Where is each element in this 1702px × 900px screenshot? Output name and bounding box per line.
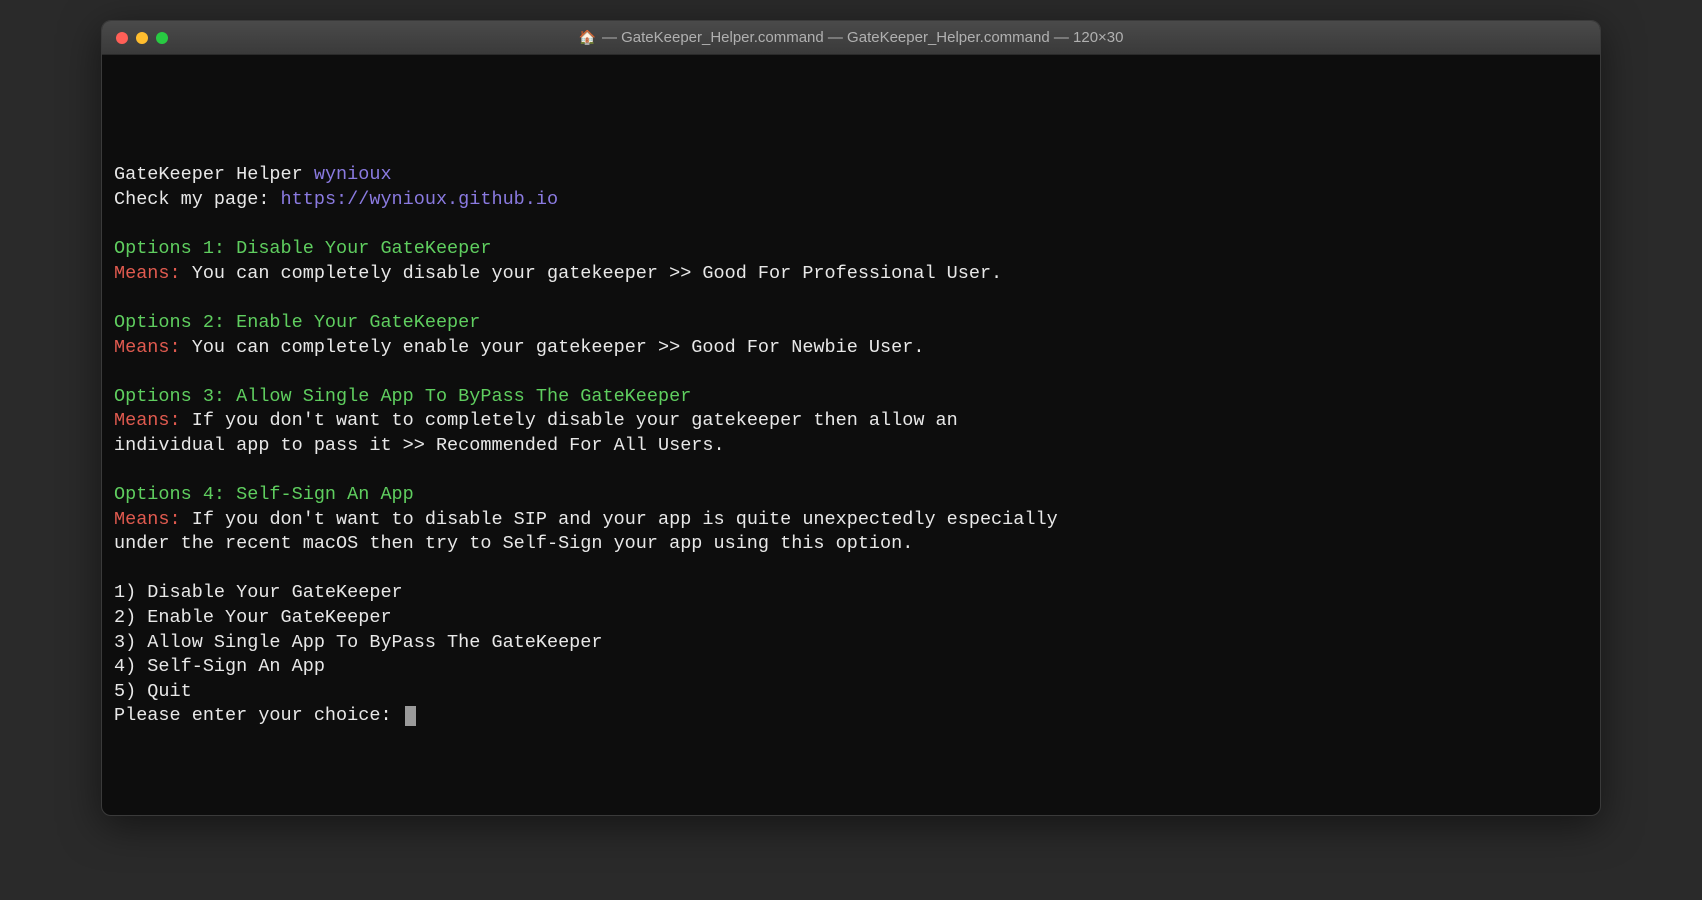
option-4-title: Options 4: Self-Sign An App xyxy=(114,484,414,505)
option-4-means-label: Means: xyxy=(114,509,181,530)
cursor[interactable] xyxy=(405,706,416,726)
title-bar: 🏠 — GateKeeper_Helper.command — GateKeep… xyxy=(102,21,1600,55)
menu-item-3: 3) Allow Single App To ByPass The GateKe… xyxy=(114,632,602,653)
option-4-desc2: under the recent macOS then try to Self-… xyxy=(114,533,913,554)
terminal-content[interactable]: GateKeeper Helper wyniouxCheck my page: … xyxy=(102,55,1600,815)
option-1-title: Options 1: Disable Your GateKeeper xyxy=(114,238,491,259)
option-2-title: Options 2: Enable Your GateKeeper xyxy=(114,312,480,333)
input-prompt: Please enter your choice: xyxy=(114,705,403,726)
option-2-means-label: Means: xyxy=(114,337,181,358)
menu-item-5: 5) Quit xyxy=(114,681,192,702)
window-title-text: — GateKeeper_Helper.command — GateKeeper… xyxy=(602,29,1124,46)
window-title: 🏠 — GateKeeper_Helper.command — GateKeep… xyxy=(116,29,1586,46)
minimize-button[interactable] xyxy=(136,32,148,44)
option-3-desc2: individual app to pass it >> Recommended… xyxy=(114,435,725,456)
option-3-title: Options 3: Allow Single App To ByPass Th… xyxy=(114,386,691,407)
check-page-label: Check my page: xyxy=(114,189,281,210)
close-button[interactable] xyxy=(116,32,128,44)
menu-item-1: 1) Disable Your GateKeeper xyxy=(114,582,403,603)
option-4-desc: If you don't want to disable SIP and you… xyxy=(181,509,1058,530)
option-2-desc: You can completely enable your gatekeepe… xyxy=(181,337,925,358)
option-3-desc: If you don't want to completely disable … xyxy=(181,410,958,431)
author-url: https://wynioux.github.io xyxy=(281,189,559,210)
option-1-means-label: Means: xyxy=(114,263,181,284)
maximize-button[interactable] xyxy=(156,32,168,44)
home-icon: 🏠 xyxy=(579,29,596,46)
option-1-desc: You can completely disable your gatekeep… xyxy=(181,263,1003,284)
traffic-lights xyxy=(116,32,168,44)
menu-item-4: 4) Self-Sign An App xyxy=(114,656,325,677)
app-name: GateKeeper Helper xyxy=(114,164,314,185)
option-3-means-label: Means: xyxy=(114,410,181,431)
menu-item-2: 2) Enable Your GateKeeper xyxy=(114,607,392,628)
terminal-window: 🏠 — GateKeeper_Helper.command — GateKeep… xyxy=(101,20,1601,816)
author-name: wynioux xyxy=(314,164,392,185)
